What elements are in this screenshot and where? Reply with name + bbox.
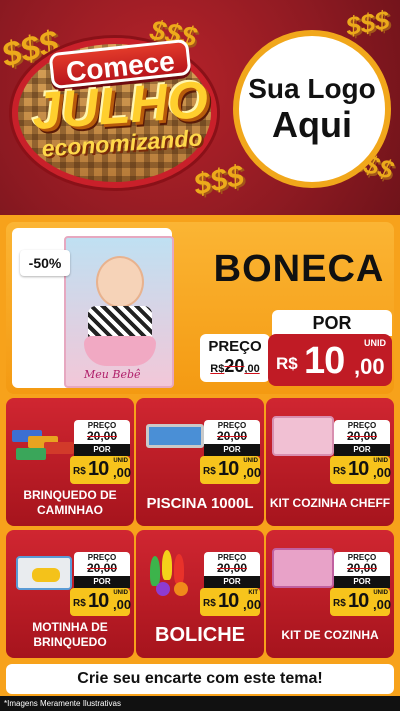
product-name: PISCINA 1000L [146,494,254,512]
product-name: KIT COZINHA CHEFF [269,495,391,510]
por-label: POR [204,444,260,456]
product-name: KIT DE COZINHA [281,627,379,642]
logo-placeholder[interactable]: Sua Logo Aqui [233,30,391,188]
discount-badge: -50% [20,250,70,276]
doll-skirt [84,336,156,366]
por-label: POR [334,444,390,456]
price-tag: UNID R$ 10 ,00 [70,456,131,484]
disclaimer: *Imagens Meramente Ilustrativas [0,696,400,711]
old-price-tag: PREÇO 20,00 [74,552,130,576]
product-name: MOTINHA DE BRINQUEDO [32,620,108,649]
logo-text-line2: Aqui [272,104,352,145]
price-cents: ,00 [354,354,385,379]
cta-banner[interactable]: Crie seu encarte com este tema! [6,664,394,694]
old-price-tag: PREÇO 20,00 [204,420,260,444]
price-tag: KIT R$ 10 ,00 [200,588,261,616]
old-price-tag: PREÇO 20,00 [334,552,390,576]
por-label: POR [334,576,390,588]
featured-product-image: Meu Bebê -50% [12,228,174,388]
product-name: BRINQUEDO DE CAMINHAO [23,488,117,517]
old-price: R$20,00 [210,356,260,376]
product-card-motinha[interactable]: PREÇO 20,00 POR UNID R$ 10 ,00 MOTINHA D… [6,530,134,658]
unit-label: UNID [364,338,386,348]
price-tag: UNID R$ 10 ,00 [200,456,261,484]
price-integer: 10 [304,340,345,382]
price-tag: UNID R$ 10 ,00 [330,456,391,484]
featured-old-price-tag: PREÇO R$20,00 [200,334,270,382]
featured-price: UNID R$ 10 ,00 [268,334,392,386]
price-tag: UNID R$ 10 ,00 [70,588,131,616]
product-card-kit-de-cozinha[interactable]: PREÇO 20,00 POR UNID R$ 10 ,00 KIT DE CO… [266,530,394,658]
featured-title: BONECA [213,248,385,290]
logo-text-line1: Sua Logo [248,73,376,104]
header-banner: $$$ $$$ $$$ $$$ $$$ Comece JULHO economi… [0,0,400,215]
dollar-decoration: $$$ [191,159,247,202]
old-price-tag: PREÇO 20,00 [204,552,260,576]
dollar-decoration: $$$ [343,4,392,42]
doll-box: Meu Bebê [64,236,174,388]
por-label: POR [74,576,130,588]
box-label: Meu Bebê [84,368,141,381]
price-tag: UNID R$ 10 ,00 [330,588,391,616]
preco-label: PREÇO [208,338,262,355]
product-card-caminhao[interactable]: PREÇO 20,00 POR UNID R$ 10 ,00 BRINQUEDO… [6,398,134,526]
product-card-boliche[interactable]: PREÇO 20,00 POR KIT R$ 10 ,00 BOLICHE [136,530,264,658]
por-label: POR [74,444,130,456]
product-card-kit-cozinha-cheff[interactable]: PREÇO 20,00 POR UNID R$ 10 ,00 KIT COZIN… [266,398,394,526]
por-label: POR [272,310,392,336]
product-card-piscina[interactable]: PREÇO 20,00 POR UNID R$ 10 ,00 PISCINA 1… [136,398,264,526]
doll-head [96,256,144,308]
old-price-tag: PREÇO 20,00 [74,420,130,444]
featured-product[interactable]: Meu Bebê -50% BONECA PREÇO R$20,00 POR U… [6,222,394,394]
product-name: BOLICHE [155,624,245,646]
currency-symbol: R$ [276,354,298,373]
por-label: POR [204,576,260,588]
old-price-tag: PREÇO 20,00 [334,420,390,444]
